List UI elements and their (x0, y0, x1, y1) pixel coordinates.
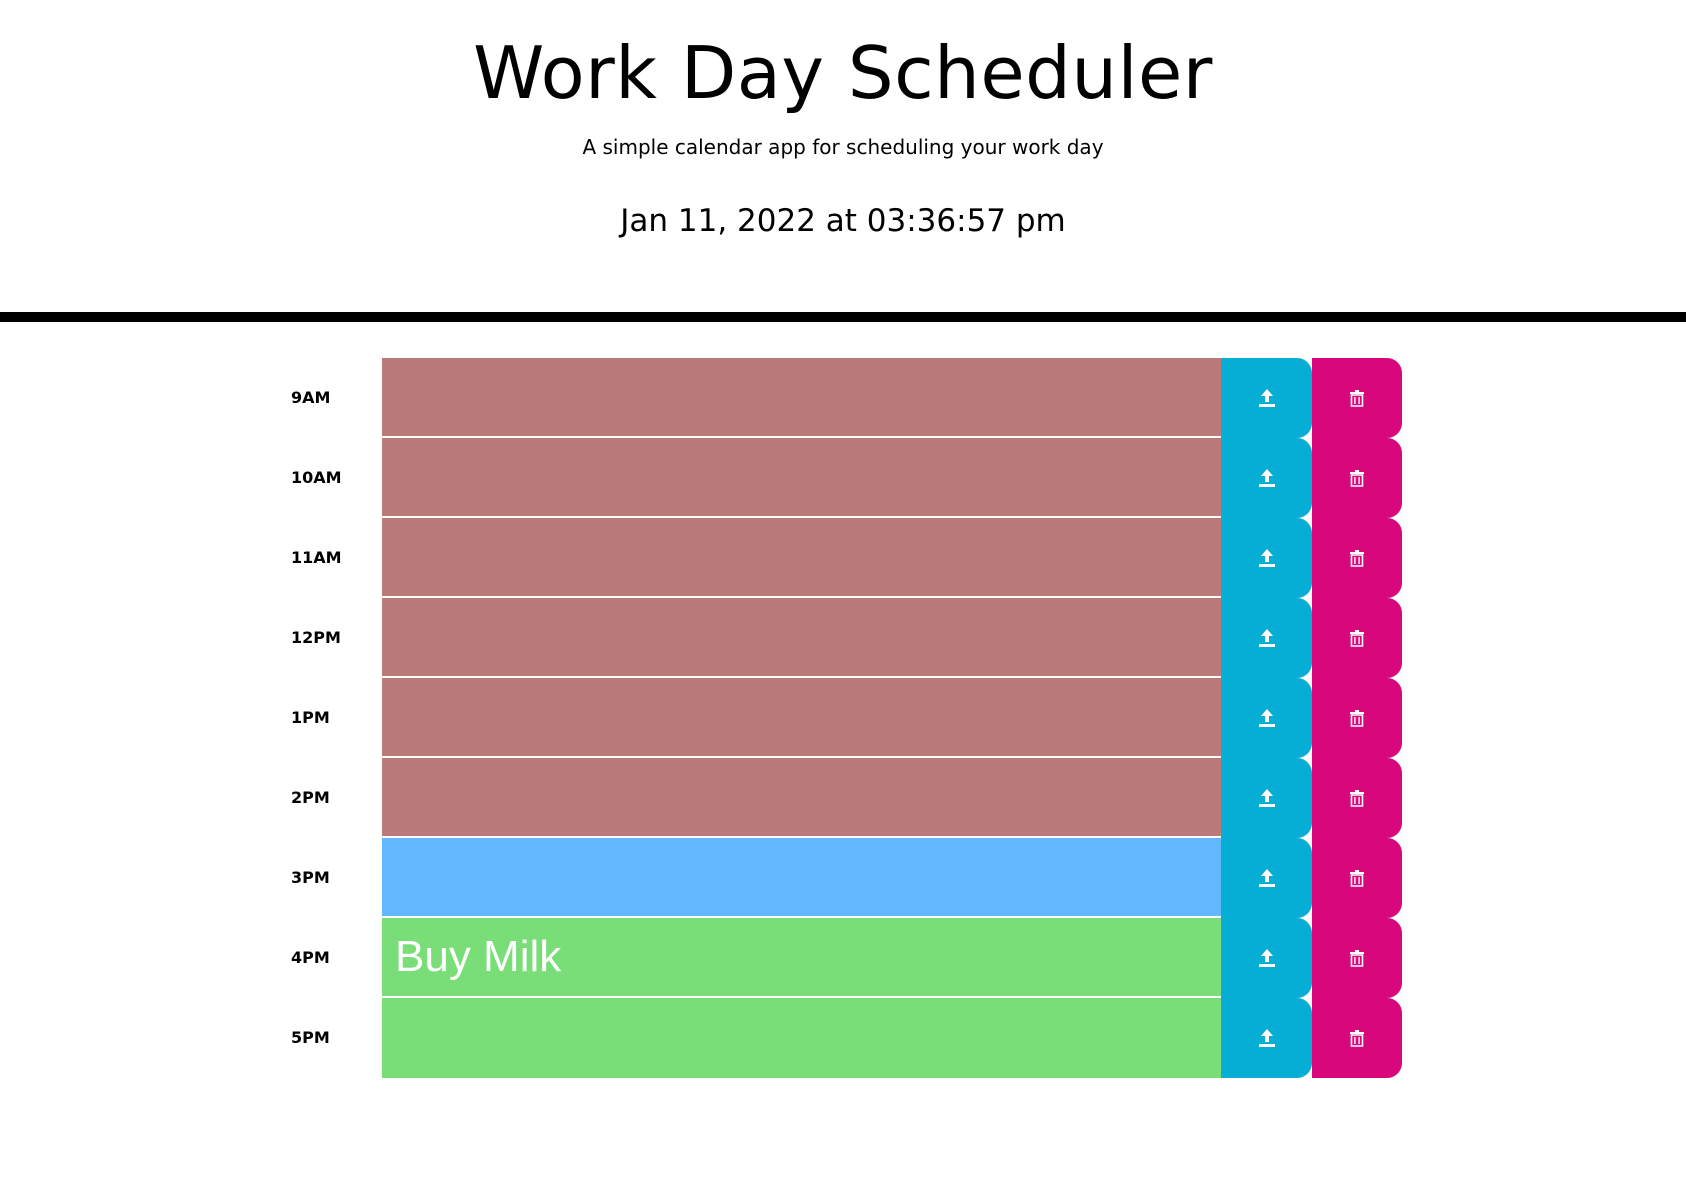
time-block-row: 3PM (0, 838, 1686, 918)
trash-icon (1350, 629, 1364, 647)
upload-icon (1258, 628, 1276, 648)
upload-icon (1258, 948, 1276, 968)
time-block-row: 5PM (0, 998, 1686, 1078)
upload-icon (1258, 708, 1276, 728)
page-subtitle: A simple calendar app for scheduling you… (582, 135, 1104, 159)
trash-icon (1350, 389, 1364, 407)
save-button[interactable] (1221, 998, 1312, 1078)
hour-label: 9AM (291, 388, 331, 407)
trash-icon (1350, 469, 1364, 487)
hour-label: 10AM (291, 468, 342, 487)
trash-icon (1350, 789, 1364, 807)
time-block-row: 4PM Buy Milk (0, 918, 1686, 998)
delete-button[interactable] (1312, 678, 1402, 758)
delete-button[interactable] (1312, 598, 1402, 678)
upload-icon (1258, 388, 1276, 408)
trash-icon (1350, 949, 1364, 967)
hour-label: 11AM (291, 548, 342, 567)
save-button[interactable] (1221, 598, 1312, 678)
save-button[interactable] (1221, 678, 1312, 758)
trash-icon (1350, 1029, 1364, 1047)
hour-label: 12PM (291, 628, 341, 647)
schedule: 9AM 10AM 11AM 12PM 1PM 2PM 3PM 4PM Buy M… (0, 358, 1686, 1078)
trash-icon (1350, 549, 1364, 567)
task-input[interactable] (382, 678, 1221, 758)
delete-button[interactable] (1312, 918, 1402, 998)
upload-icon (1258, 468, 1276, 488)
task-input[interactable] (382, 438, 1221, 518)
time-block-row: 11AM (0, 518, 1686, 598)
delete-button[interactable] (1312, 518, 1402, 598)
task-input[interactable]: Buy Milk (382, 918, 1221, 998)
upload-icon (1258, 1028, 1276, 1048)
trash-icon (1350, 869, 1364, 887)
current-datetime: Jan 11, 2022 at 03:36:57 pm (620, 203, 1066, 239)
task-input[interactable] (382, 518, 1221, 598)
upload-icon (1258, 788, 1276, 808)
task-input[interactable] (382, 358, 1221, 438)
header: Work Day Scheduler A simple calendar app… (0, 0, 1686, 322)
upload-icon (1258, 548, 1276, 568)
save-button[interactable] (1221, 518, 1312, 598)
delete-button[interactable] (1312, 438, 1402, 518)
hour-label: 4PM (291, 948, 330, 967)
hour-label: 1PM (291, 708, 330, 727)
time-block-row: 1PM (0, 678, 1686, 758)
delete-button[interactable] (1312, 998, 1402, 1078)
trash-icon (1350, 709, 1364, 727)
save-button[interactable] (1221, 838, 1312, 918)
save-button[interactable] (1221, 358, 1312, 438)
time-block-row: 12PM (0, 598, 1686, 678)
delete-button[interactable] (1312, 838, 1402, 918)
time-block-row: 10AM (0, 438, 1686, 518)
delete-button[interactable] (1312, 758, 1402, 838)
save-button[interactable] (1221, 438, 1312, 518)
delete-button[interactable] (1312, 358, 1402, 438)
task-input[interactable] (382, 598, 1221, 678)
page-title: Work Day Scheduler (473, 31, 1213, 115)
time-block-row: 2PM (0, 758, 1686, 838)
task-input[interactable] (382, 758, 1221, 838)
hour-label: 2PM (291, 788, 330, 807)
task-input[interactable] (382, 838, 1221, 918)
time-block-row: 9AM (0, 358, 1686, 438)
upload-icon (1258, 868, 1276, 888)
task-input[interactable] (382, 998, 1221, 1078)
save-button[interactable] (1221, 918, 1312, 998)
hour-label: 3PM (291, 868, 330, 887)
hour-label: 5PM (291, 1028, 330, 1047)
save-button[interactable] (1221, 758, 1312, 838)
